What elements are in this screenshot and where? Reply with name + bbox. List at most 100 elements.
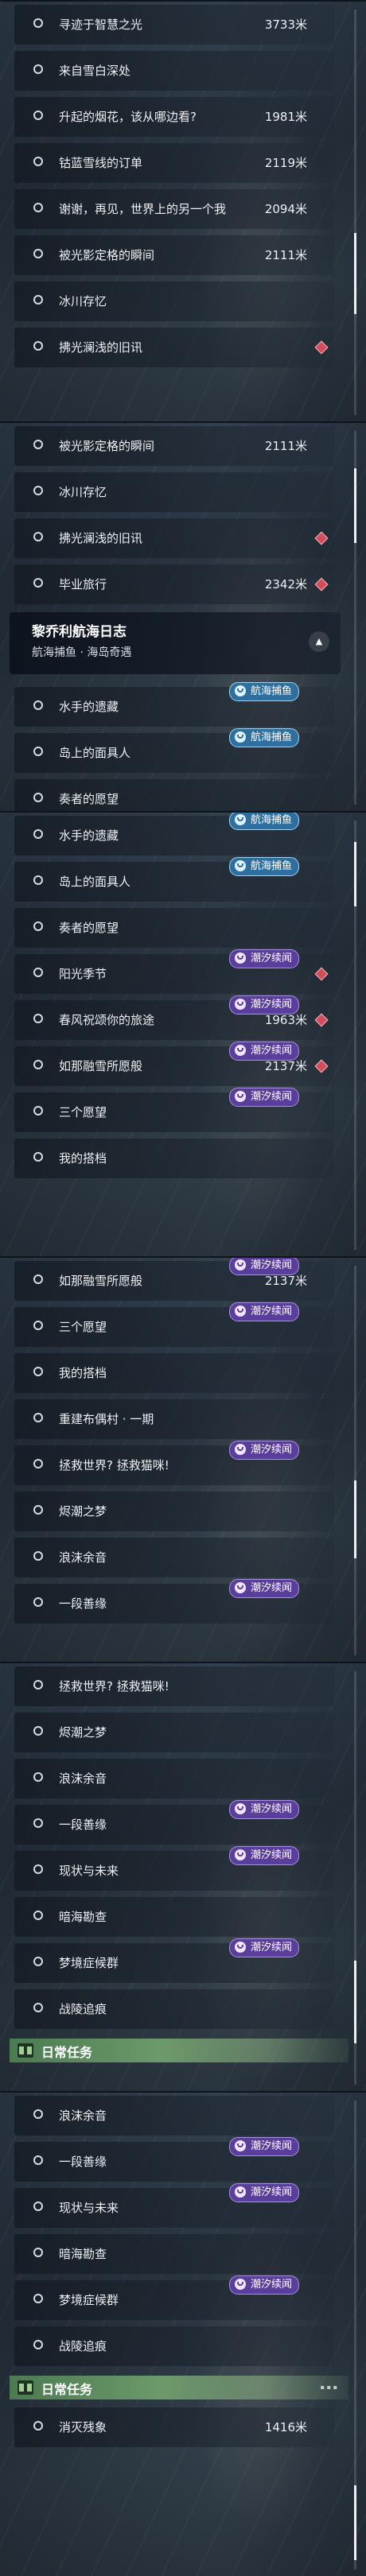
quest-bullet-icon bbox=[33, 875, 43, 885]
scrollbar-thumb[interactable] bbox=[354, 1961, 356, 2043]
quest-row[interactable]: 战陵追痕 bbox=[14, 1989, 334, 2029]
quest-title: 拯救世界? 拯救猫咪! bbox=[59, 1458, 169, 1472]
collapse-button[interactable]: ▲ bbox=[309, 631, 329, 652]
quest-row[interactable]: 一段善缘 潮汐续闻 bbox=[14, 1800, 334, 1845]
scrollbar-thumb[interactable] bbox=[354, 468, 356, 543]
quest-row[interactable]: 浪沫余音 bbox=[14, 1759, 334, 1798]
quest-bullet-icon bbox=[33, 1864, 43, 1874]
scrollbar-track[interactable] bbox=[354, 1671, 356, 2085]
quest-row[interactable]: 谢谢，再见，世界上的另一个我 2094米 bbox=[14, 189, 334, 229]
quest-row[interactable]: 现状与未来 潮汐续闻 bbox=[14, 2183, 334, 2228]
quest-row[interactable]: 三个愿望 潮汐续闻 bbox=[14, 1088, 334, 1132]
section-header-daily: 日常任务 bbox=[10, 2039, 348, 2062]
quest-title: 水手的遗藏 bbox=[59, 700, 119, 714]
quest-row[interactable]: 冰川存忆 bbox=[14, 281, 334, 321]
quest-panel: 拯救世界? 拯救猫咪! 烬潮之梦浪沫余音一段善缘 潮汐续闻 现状与未来 潮汐续闻暗海勘查… bbox=[0, 1662, 366, 2093]
scrollbar-track[interactable] bbox=[354, 10, 356, 415]
wave-icon bbox=[234, 2186, 246, 2198]
quest-distance: 2111米 bbox=[264, 439, 307, 453]
quest-row[interactable]: 三个愿望 潮汐续闻 bbox=[14, 1302, 334, 1347]
quest-row[interactable]: 被光影定格的瞬间 2111米 bbox=[14, 426, 334, 466]
quest-title: 岛上的面具人 bbox=[59, 875, 131, 889]
quest-row[interactable]: 水手的遗藏 航海捕鱼 bbox=[14, 813, 334, 855]
scrollbar-thumb[interactable] bbox=[354, 1480, 356, 1558]
quest-bullet-icon bbox=[33, 249, 43, 258]
quest-row[interactable]: 春风祝颂你的旅途 1963米 潮汐续闻 bbox=[14, 995, 334, 1040]
quest-bullet-icon bbox=[33, 1060, 43, 1069]
quest-row[interactable]: 暗海勘查 bbox=[14, 1897, 334, 1937]
chapter-subtitle: 航海捕鱼 · 海岛奇遇 bbox=[32, 646, 132, 659]
alert-diamond-icon bbox=[314, 340, 329, 355]
quest-row[interactable]: 我的搭档 bbox=[14, 1353, 334, 1393]
quest-row[interactable]: 寻迹于智慧之光 3733米 bbox=[14, 5, 334, 45]
quest-row[interactable]: 奏者的愿望 bbox=[14, 908, 334, 948]
scrollbar-track[interactable] bbox=[354, 1266, 356, 1655]
quest-title: 浪沫余音 bbox=[59, 1771, 107, 1786]
quest-row[interactable]: 如那融雪所愿般 2137米 潮汐续闻 bbox=[14, 1042, 334, 1086]
quest-row[interactable]: 一段善缘 潮汐续闻 bbox=[14, 2137, 334, 2182]
scrollbar-track[interactable] bbox=[354, 431, 356, 805]
quest-title: 烬潮之梦 bbox=[59, 1725, 107, 1740]
quest-bullet-icon bbox=[33, 2109, 43, 2119]
quest-row[interactable]: 如那融雪所愿般 2137米 潮汐续闻 bbox=[14, 1258, 334, 1301]
quest-row[interactable]: 梦境症候群 潮汐续闻 bbox=[14, 2275, 334, 2320]
quest-list-page: 寻迹于智慧之光 3733米 来自雪白深处 升起的烟花，该从哪边看? 1981米 钴蓝雪线的… bbox=[0, 0, 366, 2576]
scrollbar-track[interactable] bbox=[354, 2101, 356, 2570]
quest-row[interactable]: 浪沫余音 bbox=[14, 2096, 334, 2136]
quest-tag-badge: 潮汐续闻 bbox=[228, 949, 299, 968]
quest-tag-badge: 潮汐续闻 bbox=[228, 1579, 299, 1598]
quest-tag-badge: 潮汐续闻 bbox=[228, 1302, 299, 1321]
quest-row[interactable]: 战陵追痕 bbox=[14, 2326, 334, 2366]
quest-row[interactable]: 现状与未来 潮汐续闻 bbox=[14, 1846, 334, 1891]
quest-row[interactable]: 冰川存忆 bbox=[14, 472, 334, 512]
quest-row[interactable]: 岛上的面具人 航海捕鱼 bbox=[14, 728, 334, 773]
quest-row[interactable]: 被光影定格的瞬间 2111米 bbox=[14, 235, 334, 275]
quest-row[interactable]: 毕业旅行 2342米 bbox=[14, 564, 334, 604]
quest-row[interactable]: 钴蓝雪线的订单 2119米 bbox=[14, 143, 334, 183]
quest-bullet-icon bbox=[33, 2003, 43, 2012]
scrollbar-thumb[interactable] bbox=[354, 842, 356, 906]
quest-row[interactable]: 岛上的面具人 航海捕鱼 bbox=[14, 857, 334, 902]
quest-row[interactable]: 升起的烟花，该从哪边看? 1981米 bbox=[14, 97, 334, 137]
wave-icon bbox=[234, 1849, 246, 1860]
quest-bullet-icon bbox=[33, 1413, 43, 1422]
quest-bullet-icon bbox=[33, 1459, 43, 1468]
quest-row[interactable]: 奏者的愿望 bbox=[14, 779, 334, 813]
scrollbar-track[interactable] bbox=[354, 821, 356, 1250]
quest-tag-label: 潮汐续闻 bbox=[250, 1942, 292, 1953]
quest-row[interactable]: 重建布偶村 · 一期 bbox=[14, 1399, 334, 1439]
quest-title: 浪沫余音 bbox=[59, 1550, 107, 1565]
quest-row[interactable]: 来自雪白深处 bbox=[14, 51, 334, 91]
quest-row[interactable]: 消灭残象 1416米 bbox=[14, 2407, 334, 2447]
quest-row[interactable]: 烬潮之梦 bbox=[14, 1492, 334, 1531]
quest-title: 重建布偶村 · 一期 bbox=[59, 1412, 154, 1426]
quest-title: 谢谢，再见，世界上的另一个我 bbox=[59, 202, 227, 216]
quest-tag-label: 航海捕鱼 bbox=[250, 685, 292, 697]
quest-row[interactable]: 拂光澜浅的旧讯 bbox=[14, 328, 334, 367]
quest-row[interactable]: 拯救世界? 拯救猫咪! bbox=[14, 1666, 334, 1706]
quest-row[interactable]: 烬潮之梦 bbox=[14, 1713, 334, 1752]
quest-tag-badge: 潮汐续闻 bbox=[228, 1088, 299, 1107]
quest-tag-badge: 航海捕鱼 bbox=[228, 682, 299, 701]
quest-row[interactable]: 拂光澜浅的旧讯 bbox=[14, 518, 334, 558]
quest-row[interactable]: 浪沫余音 bbox=[14, 1538, 334, 1577]
quest-bullet-icon bbox=[33, 1152, 43, 1162]
quest-title: 战陵追痕 bbox=[59, 2002, 107, 2016]
quest-row[interactable]: 一段善缘 潮汐续闻 bbox=[14, 1579, 334, 1624]
quest-title: 一段善缘 bbox=[59, 1596, 107, 1611]
quest-title: 水手的遗藏 bbox=[59, 828, 119, 843]
quest-row[interactable]: 水手的遗藏 航海捕鱼 bbox=[14, 682, 334, 727]
quest-bullet-icon bbox=[33, 2202, 43, 2211]
quest-row[interactable]: 拯救世界? 拯救猫咪! 潮汐续闻 bbox=[14, 1441, 334, 1485]
chapter-header[interactable]: 黎乔利航海日志 航海捕鱼 · 海岛奇遇 ▲ bbox=[10, 612, 341, 674]
quest-title: 现状与未来 bbox=[59, 2201, 119, 2215]
book-icon bbox=[18, 2043, 33, 2058]
quest-row[interactable]: 阳光季节 潮汐续闻 bbox=[14, 949, 334, 994]
quest-row[interactable]: 梦境症候群 潮汐续闻 bbox=[14, 1938, 334, 1983]
scrollbar-thumb[interactable] bbox=[354, 233, 356, 314]
quest-row[interactable]: 暗海勘查 bbox=[14, 2234, 334, 2274]
quest-row[interactable]: 我的搭档 bbox=[14, 1139, 334, 1178]
quest-title: 如那融雪所愿般 bbox=[59, 1059, 143, 1073]
quest-bullet-icon bbox=[33, 968, 43, 977]
scrollbar-thumb[interactable] bbox=[354, 2485, 356, 2560]
